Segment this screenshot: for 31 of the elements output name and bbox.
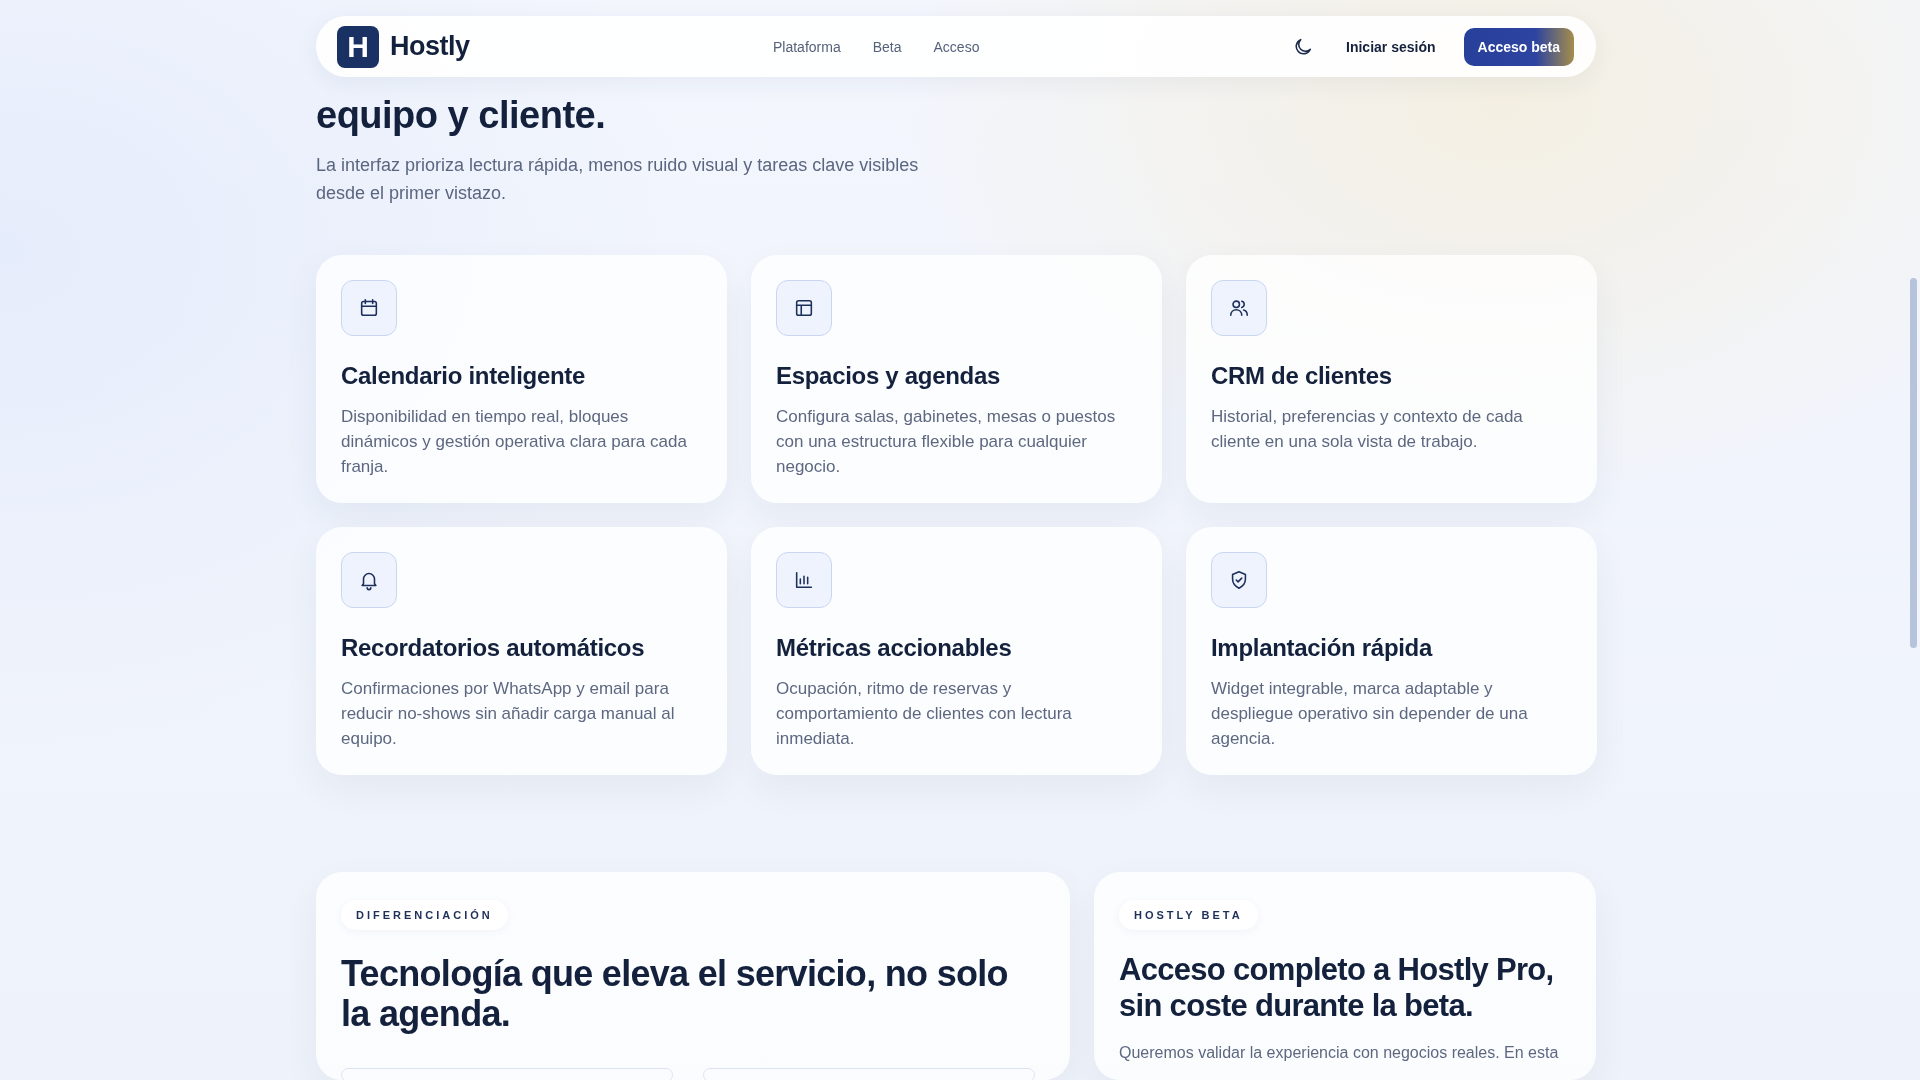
users-icon xyxy=(1228,297,1250,319)
nav-link[interactable]: Acceso xyxy=(933,38,980,55)
hero-description: La interfaz prioriza lectura rápida, menos ruido visual y tareas clave visibles desde el primer vistazo. xyxy=(316,154,920,205)
feature-title: Métricas accionables xyxy=(776,634,1013,662)
calendar-icon xyxy=(358,297,380,319)
feature-description: Configura salas, gabinetes, mesas o puestos con una estructura flexible para cualquier negocio. xyxy=(776,406,1117,478)
feature-title: Espacios y agendas xyxy=(776,362,1002,390)
feature-description: Confirmaciones por WhatsApp y email para reducir no-shows sin añadir carga manual al equipo. xyxy=(341,678,676,750)
feature-description: Historial, preferencias y contexto de cada cliente en una sola vista de trabajo. xyxy=(1211,406,1524,453)
section-description: Queremos validar la experiencia con negocios reales. En esta xyxy=(1119,1043,1560,1063)
beta-access-button[interactable]: Acceso beta xyxy=(1463,27,1574,66)
logo-mark[interactable]: H xyxy=(337,25,379,68)
section-heading: Tecnología que eleva el servicio, no solo la agenda. xyxy=(341,954,1009,1034)
section-heading: Acceso completo a Hostly Pro, sin coste durante la beta. xyxy=(1119,952,1555,1024)
feature-description: Ocupación, ritmo de reservas y comportamiento de clientes con lectura inmediata. xyxy=(776,678,1073,750)
feature-title: Recordatorios automáticos xyxy=(341,634,646,662)
feature-title: CRM de clientes xyxy=(1211,362,1393,390)
scrollbar[interactable] xyxy=(1910,278,1917,648)
hero-heading: equipo y cliente. xyxy=(316,95,607,135)
bar-chart-icon xyxy=(793,569,815,591)
feature-title: Implantación rápida xyxy=(1211,634,1434,662)
login-link[interactable]: Iniciar sesión xyxy=(1346,38,1436,55)
feature-title: Calendario inteligente xyxy=(341,362,587,390)
nav-link[interactable]: Plataforma xyxy=(773,38,841,55)
feature-description: Disponibilidad en tiempo real, bloques dinámicos y gestión operativa clara para cada franja. xyxy=(341,406,688,478)
nav-link[interactable]: Beta xyxy=(872,38,902,55)
feature-description: Widget integrable, marca adaptable y despliegue operativo sin depender de una agencia. xyxy=(1211,678,1529,750)
brand-name[interactable]: Hostly xyxy=(390,31,470,62)
section-badge: DIFERENCIACIÓN xyxy=(341,900,508,930)
section-badge: HOSTLY BETA xyxy=(1119,900,1258,930)
layout-icon xyxy=(793,297,815,319)
